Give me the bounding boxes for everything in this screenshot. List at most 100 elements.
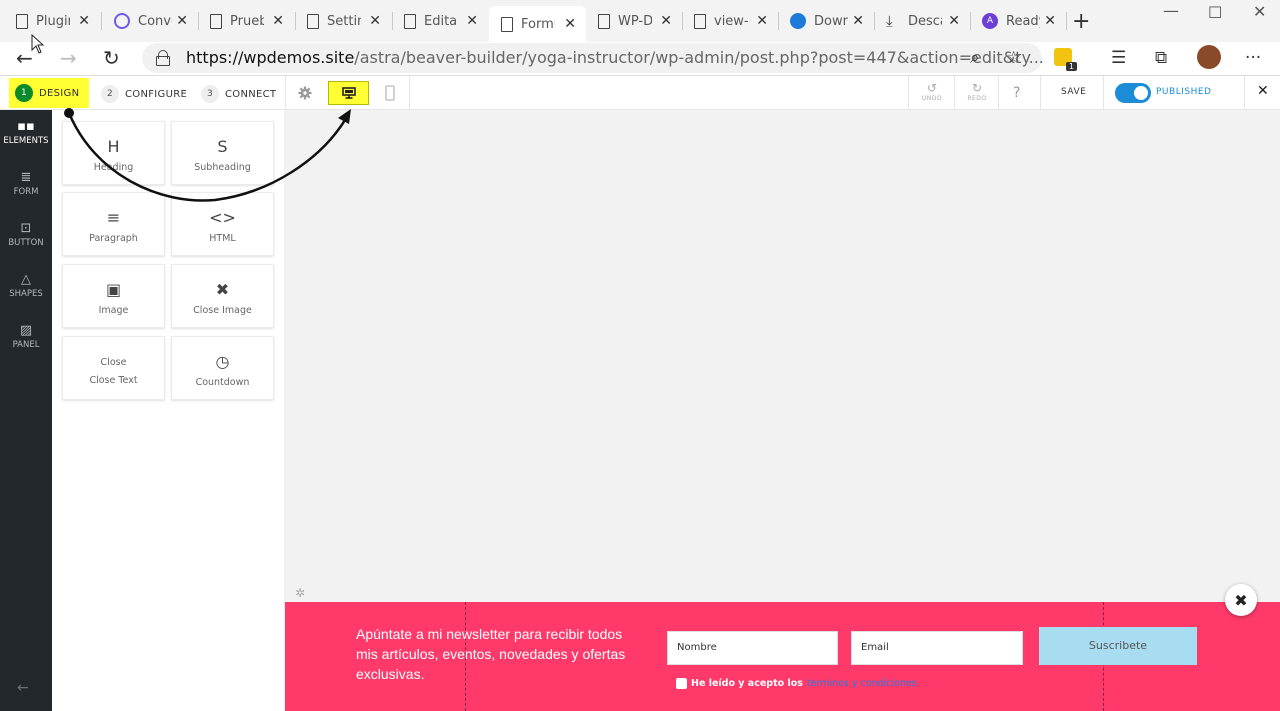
close-tab-icon[interactable]: ✕ bbox=[564, 16, 576, 32]
paragraph-icon: ≡ bbox=[106, 208, 121, 227]
browser-tab[interactable]: Conve ✕ bbox=[102, 6, 198, 36]
element-card-subheading[interactable]: S Subheading bbox=[171, 121, 274, 185]
form-icon: ≣ bbox=[20, 170, 32, 185]
builder-sidebar: ▪▪ ELEMENTS ≣ FORM ⊡ BUTTON △ SHAPES ▨ P… bbox=[0, 110, 52, 711]
page-icon bbox=[598, 13, 610, 29]
terms-link[interactable]: terminos y condiciones bbox=[807, 678, 917, 689]
tab-title: Settin bbox=[327, 13, 361, 29]
undo-button[interactable]: ↺ UNDO bbox=[912, 81, 952, 102]
close-tab-icon[interactable]: ✕ bbox=[466, 13, 478, 29]
element-card-close-text[interactable]: Close Close Text bbox=[62, 336, 165, 400]
help-button[interactable]: ? bbox=[1013, 85, 1020, 101]
browser-tab[interactable]: Prueb ✕ bbox=[198, 6, 294, 36]
close-tab-icon[interactable]: ✕ bbox=[756, 13, 768, 29]
element-card-heading[interactable]: H Heading bbox=[62, 121, 165, 185]
publish-toggle[interactable] bbox=[1115, 83, 1151, 103]
browser-tab[interactable]: view- ✕ bbox=[682, 6, 778, 36]
subscribe-button[interactable]: Suscribete bbox=[1039, 627, 1197, 665]
extension-badge: 1 bbox=[1065, 62, 1077, 71]
minimize-icon[interactable]: — bbox=[1163, 1, 1179, 20]
sidebar-item-button[interactable]: ⊡ BUTTON bbox=[0, 221, 52, 249]
settings-gear-icon[interactable] bbox=[298, 86, 312, 100]
redo-icon: ↻ bbox=[971, 81, 983, 95]
collapse-arrow-icon[interactable]: ← bbox=[17, 680, 29, 696]
element-card-image[interactable]: ▣ Image bbox=[62, 264, 165, 328]
browser-tab[interactable]: Settin ✕ bbox=[295, 6, 391, 36]
sidebar-item-label: ELEMENTS bbox=[3, 136, 49, 146]
sidebar-item-panel[interactable]: ▨ PANEL bbox=[0, 323, 52, 351]
browser-tab-strip: Plugir ✕ Conve ✕ Prueb ✕ Settin ✕ Editar… bbox=[0, 0, 1280, 42]
close-tab-icon[interactable]: ✕ bbox=[852, 13, 864, 29]
avatar[interactable] bbox=[1197, 45, 1221, 69]
image-icon: ▣ bbox=[105, 280, 122, 299]
close-tab-icon[interactable]: ✕ bbox=[176, 13, 188, 29]
page-icon bbox=[694, 13, 706, 29]
url-field[interactable]: https://wpdemos.site/astra/beaver-builde… bbox=[142, 43, 1044, 73]
sidebar-item-form[interactable]: ≣ FORM bbox=[0, 170, 52, 198]
close-tab-icon[interactable]: ✕ bbox=[78, 13, 90, 29]
step-configure[interactable]: 2 CONFIGURE bbox=[101, 81, 187, 107]
popup-close-icon[interactable]: ✖ bbox=[1225, 584, 1257, 616]
favorite-star-icon[interactable]: ☆ bbox=[1006, 48, 1021, 68]
page-icon bbox=[307, 13, 319, 29]
desktop-view-button[interactable] bbox=[328, 81, 369, 105]
close-builder-icon[interactable]: ✕ bbox=[1257, 83, 1269, 99]
extension-icon[interactable]: 1 bbox=[1054, 48, 1077, 71]
name-field[interactable]: Nombre bbox=[667, 631, 838, 665]
forward-icon[interactable]: → bbox=[60, 46, 77, 70]
astra-icon: A bbox=[982, 13, 998, 29]
refresh-icon[interactable]: ↻ bbox=[103, 46, 120, 70]
page-icon bbox=[501, 16, 513, 32]
maximize-icon[interactable]: ☐ bbox=[1208, 3, 1222, 22]
element-card-countdown[interactable]: ◷ Countdown bbox=[171, 336, 274, 400]
save-button[interactable]: SAVE bbox=[1061, 87, 1086, 97]
redo-button[interactable]: ↻ REDO bbox=[957, 81, 997, 102]
element-card-paragraph[interactable]: ≡ Paragraph bbox=[62, 192, 165, 256]
consent-checkbox-row[interactable]: He leído y acepto los terminos y condici… bbox=[676, 678, 917, 689]
lock-icon bbox=[156, 50, 170, 66]
email-field[interactable]: Email bbox=[851, 631, 1023, 665]
grid-icon: ▪▪ bbox=[17, 119, 35, 134]
mobile-view-icon[interactable] bbox=[383, 85, 397, 101]
sidebar-item-label: PANEL bbox=[12, 340, 40, 350]
browser-tab[interactable]: A Ready ✕ bbox=[970, 6, 1066, 36]
close-tab-icon[interactable]: ✕ bbox=[948, 13, 960, 29]
step-design[interactable]: 1 DESIGN bbox=[9, 78, 90, 108]
sidebar-item-shapes[interactable]: △ SHAPES bbox=[0, 273, 52, 300]
builder-canvas[interactable]: ✲ Apúntate a mi newsletter para recibir … bbox=[285, 110, 1280, 711]
section-settings-gear-icon[interactable]: ✲ bbox=[295, 586, 305, 600]
panel-icon: ▨ bbox=[19, 323, 33, 338]
compass-icon bbox=[114, 13, 130, 29]
sidebar-item-label: FORM bbox=[13, 187, 39, 197]
address-bar-row: ← → ↻ https://wpdemos.site/astra/beaver-… bbox=[0, 42, 1280, 76]
close-tab-icon[interactable]: ✕ bbox=[272, 13, 284, 29]
step-connect[interactable]: 3 CONNECT bbox=[201, 81, 276, 107]
close-tab-icon[interactable]: ✕ bbox=[660, 13, 672, 29]
element-card-label: Countdown bbox=[195, 377, 250, 388]
newsletter-banner[interactable]: Apúntate a mi newsletter para recibir to… bbox=[285, 602, 1280, 711]
close-tab-icon[interactable]: ✕ bbox=[369, 13, 381, 29]
browser-tab[interactable]: Down ✕ bbox=[778, 6, 874, 36]
browser-tab[interactable]: ⤓ Desca ✕ bbox=[874, 6, 970, 36]
element-card-html[interactable]: <> HTML bbox=[171, 192, 274, 256]
step-label: CONFIGURE bbox=[125, 88, 188, 100]
button-icon: ⊡ bbox=[20, 221, 32, 236]
clock-icon: ◷ bbox=[215, 352, 230, 371]
consent-checkbox[interactable] bbox=[676, 678, 687, 689]
banner-text: Apúntate a mi newsletter para recibir to… bbox=[356, 626, 626, 682]
close-window-icon[interactable]: ✕ bbox=[1253, 2, 1266, 21]
more-menu-icon[interactable]: ··· bbox=[1245, 48, 1261, 68]
new-tab-icon[interactable]: + bbox=[1072, 9, 1090, 34]
collections-icon[interactable]: ⧉ bbox=[1155, 48, 1167, 68]
browser-tab[interactable]: Plugir ✕ bbox=[4, 6, 100, 36]
element-card-close-image[interactable]: ✖ Close Image bbox=[171, 264, 274, 328]
sidebar-item-elements[interactable]: ▪▪ ELEMENTS bbox=[0, 119, 52, 147]
desktop-icon bbox=[341, 87, 356, 99]
zoom-icon[interactable]: ⌕ bbox=[970, 48, 980, 68]
browser-tab[interactable]: Editar ✕ bbox=[392, 6, 488, 36]
tab-title: view- bbox=[714, 13, 748, 29]
browser-tab[interactable]: WP-D ✕ bbox=[586, 6, 682, 36]
browser-tab-active[interactable]: Formu ✕ bbox=[489, 6, 586, 42]
favorites-list-icon[interactable]: ☰ bbox=[1111, 48, 1126, 68]
close-tab-icon[interactable]: ✕ bbox=[1044, 13, 1056, 29]
